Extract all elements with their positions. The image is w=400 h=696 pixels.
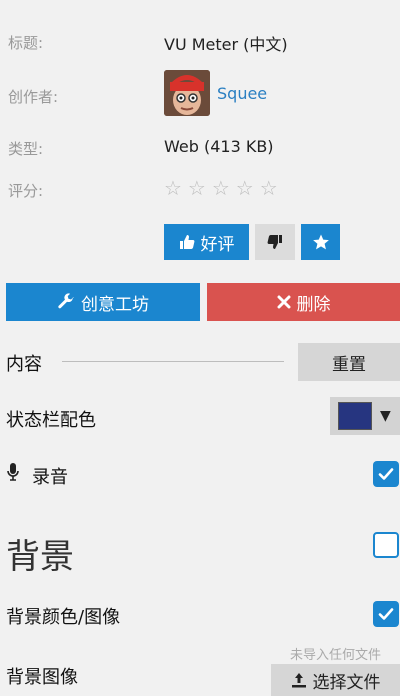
workshop-button[interactable]: 创意工坊 xyxy=(6,283,200,321)
content-divider xyxy=(62,361,284,362)
bg-color-image-checkbox[interactable] xyxy=(373,601,399,627)
author-link[interactable]: Squee xyxy=(217,84,267,103)
close-icon xyxy=(277,295,290,309)
statusbar-color-label: 状态栏配色 xyxy=(6,410,96,431)
star-icon xyxy=(312,234,329,250)
checkmark-icon xyxy=(378,468,394,480)
record-label: 录音 xyxy=(32,467,68,488)
reset-button[interactable]: 重置 xyxy=(298,343,400,381)
thumbs-up-icon xyxy=(179,235,194,249)
like-button[interactable]: 好评 xyxy=(164,224,249,260)
thumbs-down-icon xyxy=(267,235,282,249)
no-file-hint: 未导入任何文件 xyxy=(290,648,382,663)
type-value: Web (413 KB) xyxy=(164,137,274,156)
dislike-button[interactable] xyxy=(255,224,295,260)
reset-label: 重置 xyxy=(332,354,366,375)
checkmark-icon xyxy=(378,608,394,620)
background-section-title: 背景 xyxy=(6,537,74,577)
content-label: 内容 xyxy=(6,354,42,375)
rating-stars[interactable]: ☆☆☆☆☆ xyxy=(164,176,284,200)
like-label: 好评 xyxy=(200,234,235,255)
rating-label: 评分: xyxy=(8,182,44,200)
background-checkbox[interactable] xyxy=(373,532,399,558)
color-swatch xyxy=(338,402,372,430)
delete-label: 删除 xyxy=(296,294,331,315)
record-checkbox[interactable] xyxy=(373,461,399,487)
wrench-icon xyxy=(58,293,74,309)
choose-file-button[interactable]: 选择文件 xyxy=(271,664,400,696)
delete-button[interactable]: 删除 xyxy=(207,283,400,321)
type-label: 类型: xyxy=(8,140,44,158)
microphone-icon xyxy=(7,462,19,486)
choose-file-label: 选择文件 xyxy=(312,672,381,693)
author-avatar[interactable] xyxy=(164,70,210,116)
bg-image-label: 背景图像 xyxy=(6,667,78,688)
title-label: 标题: xyxy=(8,34,44,52)
bg-color-image-label: 背景颜色/图像 xyxy=(6,607,121,628)
caret-down-icon: ▼ xyxy=(380,408,391,424)
favorite-button[interactable] xyxy=(301,224,340,260)
workshop-label: 创意工坊 xyxy=(81,294,149,315)
upload-icon xyxy=(291,673,306,688)
title-value: VU Meter (中文) xyxy=(164,35,288,54)
statusbar-color-picker[interactable]: ▼ xyxy=(330,397,400,435)
author-label: 创作者: xyxy=(8,88,59,106)
